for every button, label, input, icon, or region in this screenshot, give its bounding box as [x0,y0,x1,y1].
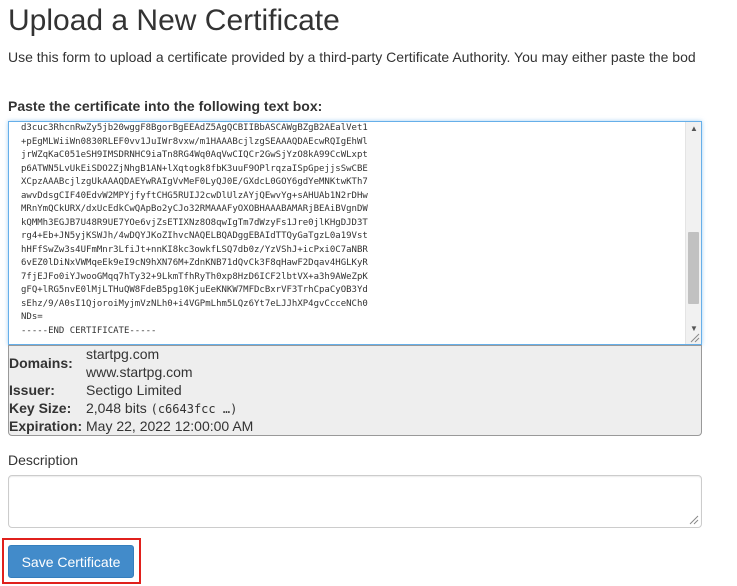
issuer-value: Sectigo Limited [86,382,182,398]
page-title: Upload a New Certificate [8,4,340,37]
scroll-thumb[interactable] [688,232,699,304]
resize-grip-icon[interactable] [689,515,699,525]
domain-item: www.startpg.com [86,364,193,380]
save-certificate-button[interactable]: Save Certificate [8,545,134,578]
expiration-value: May 22, 2022 12:00:00 AM [86,418,254,434]
certificate-text[interactable]: d3cuc3RhcnRwZy5jb20wggF8BgorBgEEAdZ5AgQC… [21,122,368,338]
key-size-value: 2,048 bits (c6643fcc …) [86,400,237,416]
key-id: (c6643fcc …) [150,402,238,416]
certificate-scrollbar[interactable]: ▲ ▼ [685,122,701,344]
key-size-label: Key Size: [9,400,72,416]
certificate-textarea[interactable]: d3cuc3RhcnRwZy5jb20wggF8BgorBgEEAdZ5AgQC… [8,121,702,345]
certificate-details-panel: Domains: startpg.com www.startpg.com Iss… [8,345,702,436]
issuer-label: Issuer: [9,382,55,398]
scroll-up-icon[interactable]: ▲ [686,122,701,136]
certificate-field-label: Paste the certificate into the following… [8,98,323,114]
description-label: Description [8,452,79,468]
expiration-label: Expiration: [9,418,83,434]
description-textarea[interactable] [8,475,702,528]
domains-label: Domains: [9,355,73,371]
domain-item: startpg.com [86,346,160,362]
key-size-bits: 2,048 bits [86,400,147,416]
resize-grip-icon[interactable] [690,333,700,343]
page-intro: Use this form to upload a certificate pr… [8,49,696,65]
